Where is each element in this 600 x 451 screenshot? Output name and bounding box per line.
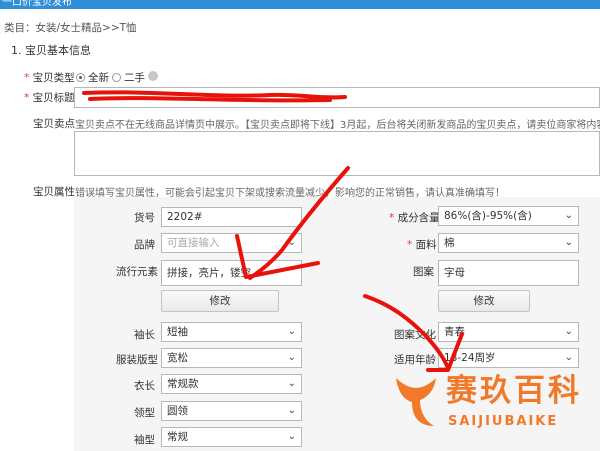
arrow-to-suitable-age [363,294,450,370]
page-root: 一口价宝贝发布 类目：女装/女士精品>>T恤 1. 宝贝基本信息 * 宝贝类型 … [0,0,600,451]
arrow-to-trend-elements [248,166,350,280]
watermark-cn: 赛玖百科 [446,373,582,409]
watermark: 赛玖百科 SAIJIUBAIKE [386,372,600,438]
watermark-en: SAIJIUBAIKE [448,414,559,429]
title-scribble [82,90,347,103]
whale-tail-logo-icon [396,378,436,426]
